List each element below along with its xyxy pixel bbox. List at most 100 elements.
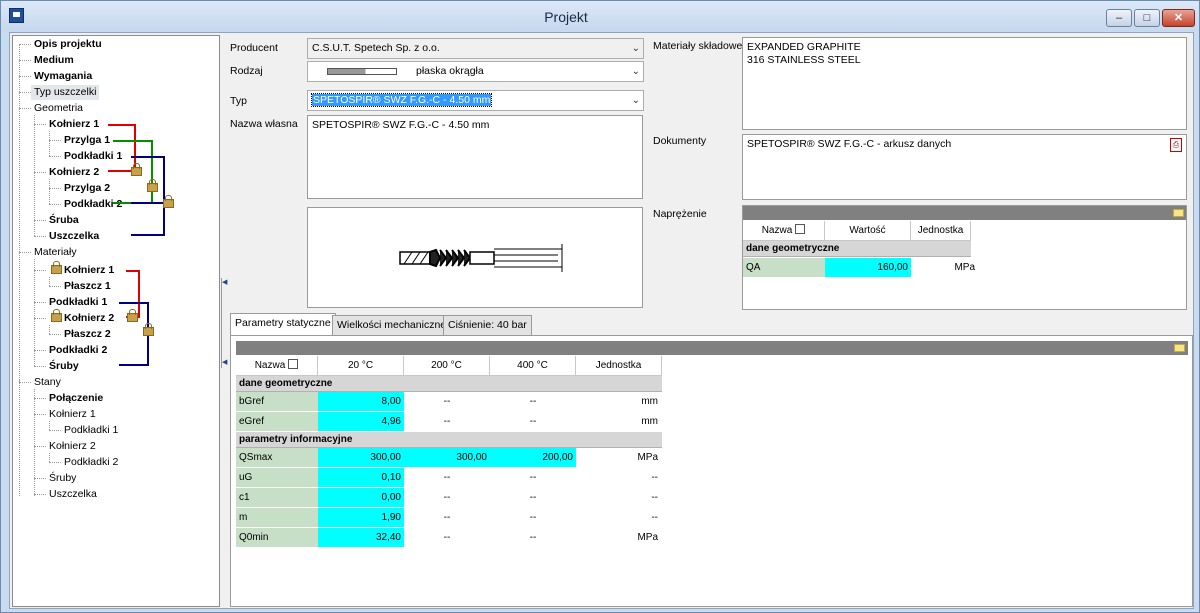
checkbox[interactable] [288,359,299,369]
tree-stan-uszczelka[interactable]: Uszczelka [49,487,97,502]
dokumenty-field[interactable]: SPETOSPIR® SWZ F.G.-C - arkusz danych ⎙ [742,134,1187,200]
value-20c-cell[interactable]: 0,00 [318,488,404,508]
main-window: Projekt – □ ✕ Opis projektu Medium Wymag… [0,0,1200,613]
value-20c-cell[interactable]: 300,00 [318,448,404,468]
typ-value: SPETOSPIR® SWZ F.G.-C - 4.50 mm [310,93,493,107]
value-20c-cell[interactable]: 4,96 [318,412,404,432]
row-name-cell[interactable]: eGref [236,412,318,432]
row-name-cell[interactable]: QA [743,258,825,278]
row-name-cell[interactable]: QSmax [236,448,318,468]
tree-typ-uszczelki[interactable]: Typ uszczelki [31,85,100,100]
row-name-cell[interactable]: uG [236,468,318,488]
tree-geo-kolnierz1[interactable]: Kołnierz 1 [49,117,99,132]
minimize-button[interactable]: – [1106,9,1132,27]
tree-geo-przylga2[interactable]: Przylga 2 [64,181,110,196]
column-header-jednostka[interactable]: Jednostka [911,221,971,241]
unit-cell: -- [651,492,658,503]
value-400c-cell[interactable]: -- [490,488,576,508]
maximize-button[interactable]: □ [1134,9,1160,27]
tab-parametry-statyczne[interactable]: Parametry statyczne [230,313,336,336]
tree-opis-projektu[interactable]: Opis projektu [34,37,102,52]
row-name-cell[interactable]: c1 [236,488,318,508]
row-name-cell[interactable]: Q0min [236,528,318,548]
value-200c-cell[interactable]: -- [404,412,490,432]
tree-mat-podkladki1[interactable]: Podkładki 1 [49,295,107,310]
project-tree[interactable]: Opis projektu Medium Wymagania Typ uszcz… [12,35,220,607]
lock-icon[interactable] [163,195,174,208]
tab-wielkosci-mechaniczne[interactable]: Wielkości mechaniczne [332,315,452,336]
rodzaj-select[interactable]: płaska okrągła ⌄ [307,61,644,82]
value-20c-cell[interactable]: 32,40 [318,528,404,548]
value-200c-cell[interactable]: -- [404,508,490,528]
lock-icon[interactable] [147,179,158,192]
tree-wymagania[interactable]: Wymagania [34,69,92,84]
lock-icon[interactable] [127,309,138,322]
row-name-cell[interactable]: m [236,508,318,528]
tree-medium[interactable]: Medium [34,53,74,68]
tree-mat-podkladki2[interactable]: Podkładki 2 [49,343,107,358]
value-200c-cell[interactable]: -- [404,392,490,412]
panel-splitter[interactable]: ◀ ◀ [221,278,227,368]
row-name-cell[interactable]: bGref [236,392,318,412]
tree-mat-sruby[interactable]: Śruby [49,359,79,374]
lock-icon[interactable] [51,261,62,274]
checkbox[interactable] [795,224,806,234]
value-400c-cell[interactable]: -- [490,468,576,488]
lock-icon[interactable] [143,323,154,336]
tree-stany[interactable]: Stany [34,375,61,390]
close-button[interactable]: ✕ [1162,9,1195,27]
tree-geo-przylga1[interactable]: Przylga 1 [64,133,110,148]
tab-cisnienie[interactable]: Ciśnienie: 40 bar [443,315,532,336]
value-400c-cell[interactable]: 200,00 [490,448,576,468]
tree-mat-kolnierz1[interactable]: Kołnierz 1 [64,263,114,278]
tree-geo-sruba[interactable]: Śruba [49,213,79,228]
column-header-jednostka[interactable]: Jednostka [576,356,662,376]
collapse-left-icon[interactable]: ◀ [222,358,227,366]
tree-stan-podkladki1[interactable]: Podkładki 1 [64,423,118,438]
tree-geo-uszczelka[interactable]: Uszczelka [49,229,99,244]
tree-stan-polaczenie[interactable]: Połączenie [49,391,103,406]
folder-icon[interactable] [1173,209,1184,217]
column-header-nazwa[interactable]: Nazwa [743,221,825,241]
lock-icon[interactable] [51,309,62,322]
typ-select[interactable]: SPETOSPIR® SWZ F.G.-C - 4.50 mm ⌄ [307,90,644,111]
value-400c-cell[interactable]: -- [490,508,576,528]
row-value-cell[interactable]: 160,00 [825,258,911,278]
column-header-wartosc[interactable]: Wartość [825,221,911,241]
tree-mat-kolnierz2[interactable]: Kołnierz 2 [64,311,114,326]
tree-stan-kolnierz2[interactable]: Kołnierz 2 [49,439,96,454]
value-200c-cell[interactable]: -- [404,528,490,548]
document-link[interactable]: SPETOSPIR® SWZ F.G.-C - arkusz danych [747,138,951,150]
value-20c-cell[interactable]: 0,10 [318,468,404,488]
tree-stan-kolnierz1[interactable]: Kołnierz 1 [49,407,96,422]
tree-materialy[interactable]: Materiały [34,245,77,260]
title-bar[interactable]: Projekt – □ ✕ [1,1,1199,31]
column-header-200c[interactable]: 200 °C [404,356,490,376]
collapse-left-icon[interactable]: ◀ [222,278,227,286]
tree-mat-plaszcz1[interactable]: Płaszcz 1 [64,279,111,294]
lock-icon[interactable] [131,163,142,176]
materialy-skladowe-field[interactable]: EXPANDED GRAPHITE 316 STAINLESS STEEL [742,37,1187,130]
value-400c-cell[interactable]: -- [490,528,576,548]
folder-icon[interactable] [1174,344,1185,352]
value-200c-cell[interactable]: -- [404,468,490,488]
producent-select[interactable]: C.S.U.T. Spetech Sp. z o.o. ⌄ [307,38,644,59]
value-400c-cell[interactable]: -- [490,412,576,432]
naprezenie-grid[interactable]: Nazwa Wartość Jednostka dane geometryczn… [742,205,1187,310]
tree-stan-podkladki2[interactable]: Podkładki 2 [64,455,118,470]
value-200c-cell[interactable]: -- [404,488,490,508]
pdf-icon[interactable]: ⎙ [1170,138,1182,152]
value-20c-cell[interactable]: 8,00 [318,392,404,412]
value-200c-cell[interactable]: 300,00 [404,448,490,468]
tree-geo-kolnierz2[interactable]: Kołnierz 2 [49,165,99,180]
tree-geometria[interactable]: Geometria [34,101,83,116]
value-20c-cell[interactable]: 1,90 [318,508,404,528]
column-header-nazwa[interactable]: Nazwa [236,356,318,376]
column-header-400c[interactable]: 400 °C [490,356,576,376]
column-header-20c[interactable]: 20 °C [318,356,404,376]
tree-mat-plaszcz2[interactable]: Płaszcz 2 [64,327,111,342]
group-row: parametry informacyjne [236,432,662,448]
nazwa-field[interactable]: SPETOSPIR® SWZ F.G.-C - 4.50 mm [307,115,643,199]
tree-stan-sruby[interactable]: Śruby [49,471,76,486]
value-400c-cell[interactable]: -- [490,392,576,412]
